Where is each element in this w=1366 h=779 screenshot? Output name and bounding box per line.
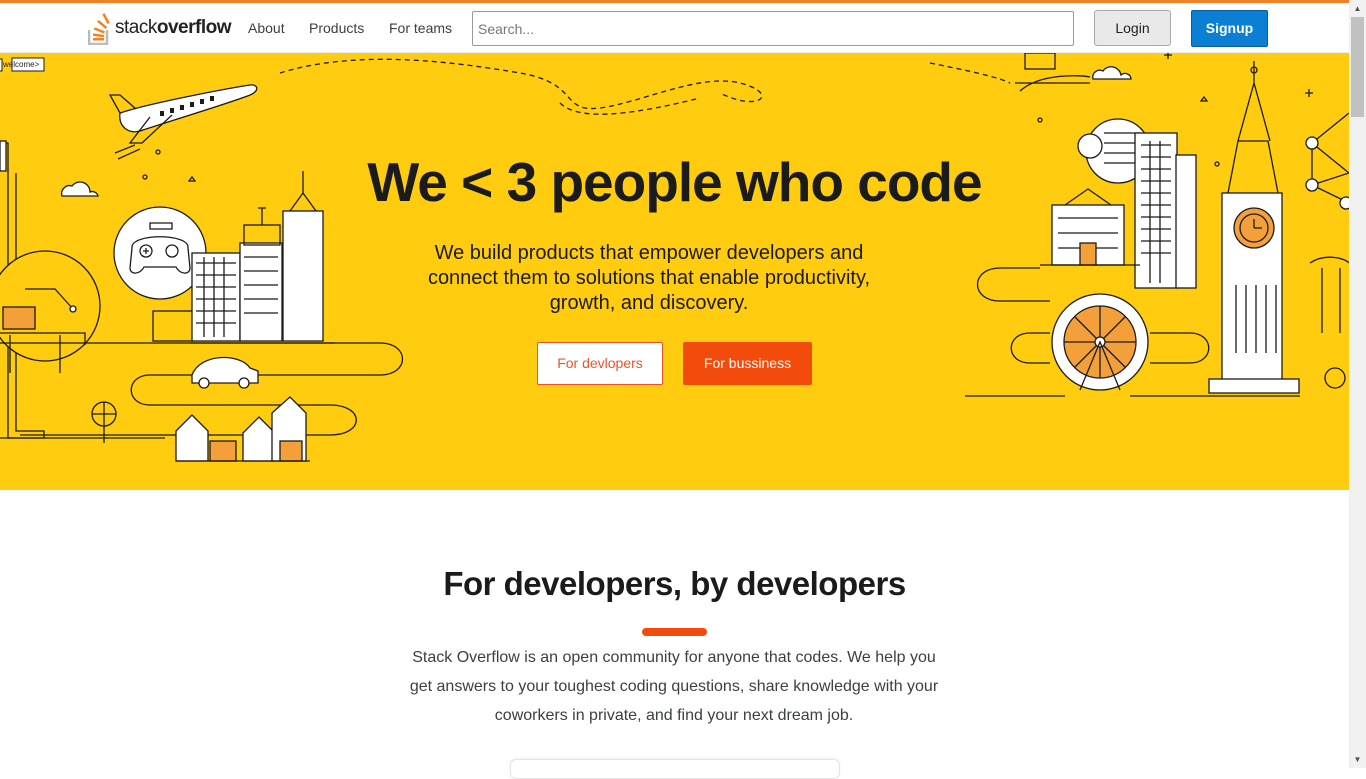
airplane xyxy=(108,84,258,160)
top-navigation-bar: stackoverflow About Products For teams L… xyxy=(0,0,1349,53)
scroll-thumb[interactable] xyxy=(1351,17,1364,117)
signup-button[interactable]: Signup xyxy=(1191,10,1268,47)
section-description: Stack Overflow is an open community for … xyxy=(409,649,939,724)
for-business-button[interactable]: For bussiness xyxy=(683,342,812,385)
scroll-down-icon[interactable]: ▼ xyxy=(1349,751,1366,768)
login-button[interactable]: Login xyxy=(1094,10,1171,46)
section-title: For developers, by developers xyxy=(443,565,906,602)
section-divider xyxy=(642,628,707,636)
feature-card xyxy=(510,759,840,779)
nav-about[interactable]: About xyxy=(248,20,285,36)
hero-subtitle: We build products that empower developer… xyxy=(427,242,871,314)
search-input[interactable] xyxy=(472,11,1074,46)
hero-banner: welcome> We < 3 people who code We build… xyxy=(0,53,1349,490)
for-developers-button[interactable]: For devlopers xyxy=(537,342,663,385)
stack-logo-icon xyxy=(88,12,110,45)
vertical-scrollbar[interactable]: ▲ ▼ xyxy=(1349,0,1366,768)
logo-text: stackoverflow xyxy=(115,17,231,38)
stackoverflow-logo[interactable]: stackoverflow xyxy=(88,10,231,46)
welcome-sign: welcome> xyxy=(0,57,45,72)
hero-title: We < 3 people who code xyxy=(367,151,982,213)
scroll-up-icon[interactable]: ▲ xyxy=(1349,0,1366,17)
nav-products[interactable]: Products xyxy=(309,20,364,36)
nav-for-teams[interactable]: For teams xyxy=(389,20,452,36)
